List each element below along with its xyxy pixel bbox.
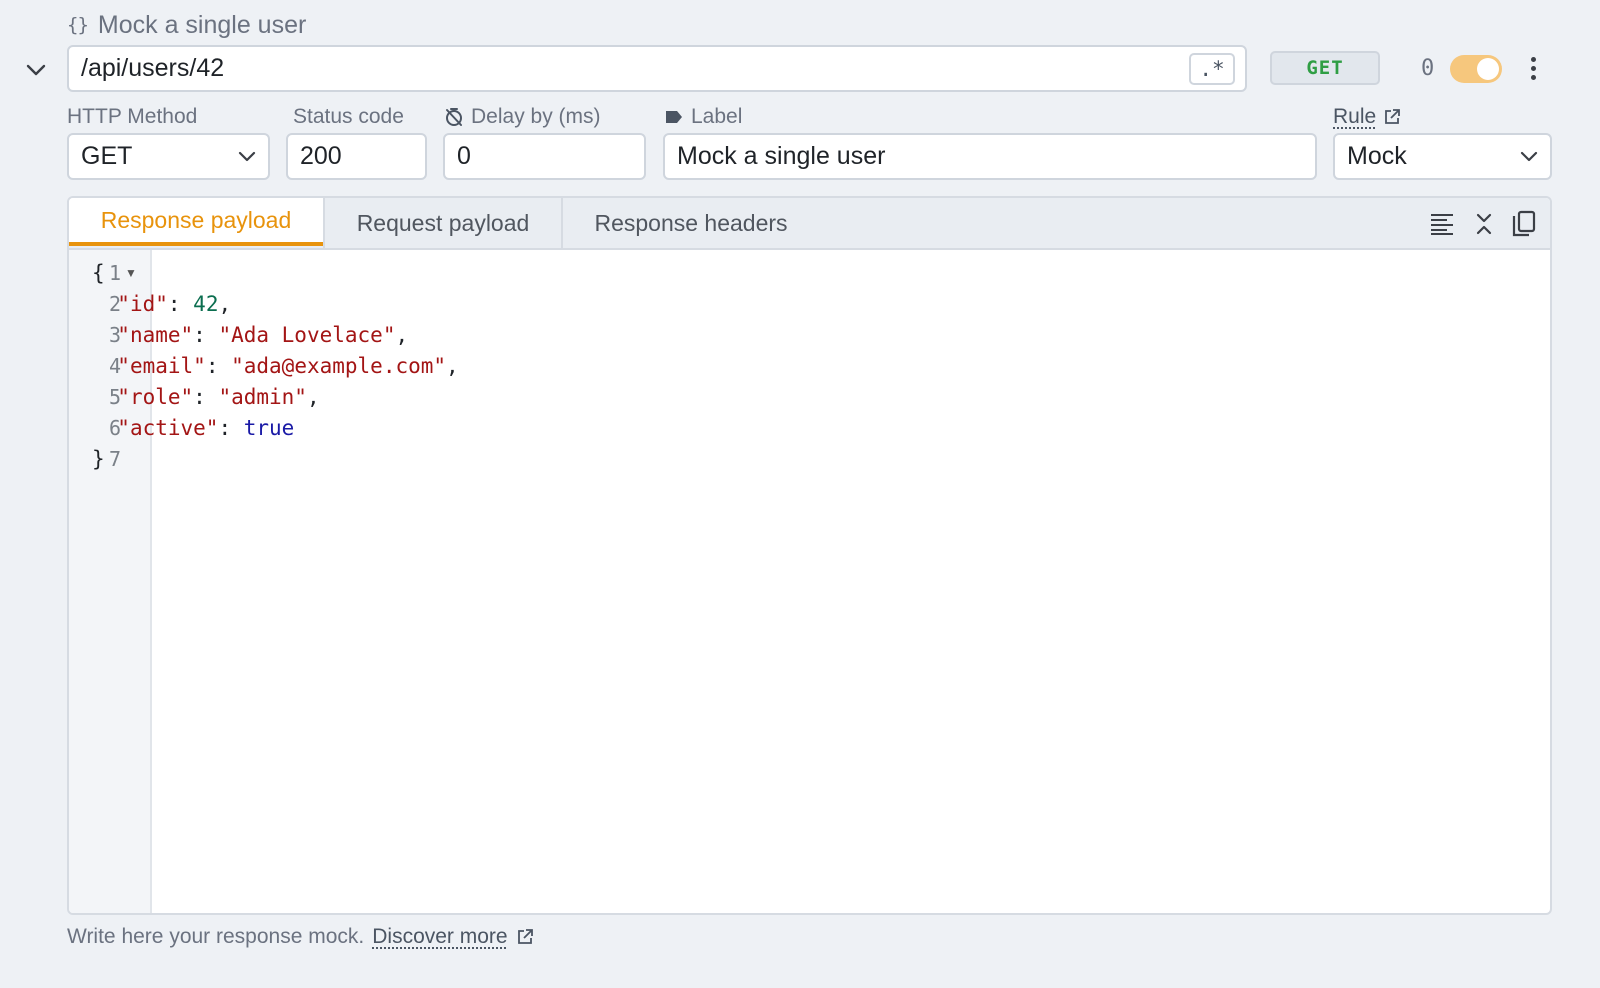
delay-label: Delay by (ms) (444, 103, 601, 131)
external-link-icon (517, 929, 533, 944)
status-code-label-text: Status code (293, 105, 404, 128)
payload-tabs: Response payload Request payload Respons… (69, 198, 1550, 250)
code-token: "name" (117, 323, 194, 347)
code-token: } (92, 447, 105, 471)
code-token: "admin" (218, 385, 307, 409)
mock-title: {} Mock a single user (67, 10, 306, 40)
rule-value: Mock (1347, 142, 1407, 170)
mock-title-text: Mock a single user (97, 10, 307, 39)
collapse-all-icon (1476, 213, 1492, 235)
rule-label[interactable]: Rule (1333, 103, 1401, 131)
code-token: "role" (117, 385, 194, 409)
code-token: : (218, 416, 244, 440)
rule-link[interactable]: Rule (1333, 105, 1376, 129)
delay-value[interactable]: 0 (457, 142, 632, 171)
discover-more-link[interactable]: Discover more (372, 925, 507, 949)
label-input[interactable]: Mock a single user (663, 133, 1317, 180)
kebab-dot (1530, 74, 1536, 80)
rule-select[interactable]: Mock (1333, 133, 1552, 180)
braces-icon: {} (67, 14, 89, 36)
label-value[interactable]: Mock a single user (677, 142, 1303, 171)
footer-hint: Write here your response mock. Discover … (67, 922, 534, 952)
method-badge: GET (1270, 51, 1380, 85)
tab-response-headers[interactable]: Response headers (563, 198, 819, 248)
http-method-label-text: HTTP Method (67, 105, 198, 128)
format-button[interactable] (1425, 207, 1459, 241)
code-line: "id": 42, (92, 289, 231, 320)
enable-toggle[interactable] (1450, 55, 1502, 83)
status-code-label: Status code (293, 103, 404, 131)
code-token: : (205, 354, 232, 378)
code-token: , (446, 354, 459, 378)
collapse-all-button[interactable] (1467, 207, 1501, 241)
timer-off-icon (446, 108, 462, 126)
copy-button[interactable] (1507, 207, 1541, 241)
code-token: "email" (117, 354, 206, 378)
url-input[interactable]: /api/users/42 .* (67, 45, 1247, 92)
code-line: "name": "Ada Lovelace", (92, 320, 408, 351)
label-field-label-text: Label (691, 105, 743, 128)
code-token: , (306, 385, 320, 409)
hit-count: 0 (1421, 55, 1435, 81)
code-token: { (92, 261, 105, 285)
tab-request-payload[interactable]: Request payload (325, 198, 561, 248)
collapse-toggle[interactable] (22, 58, 50, 82)
http-method-label: HTTP Method (67, 103, 197, 131)
http-method-value: GET (81, 142, 133, 170)
code-token: : (193, 385, 219, 409)
url-input-value[interactable]: /api/users/42 (81, 54, 1189, 83)
code-token: : (193, 323, 219, 347)
delay-label-text: Delay by (ms) (471, 105, 601, 128)
payload-editor-panel: Response payload Request payload Respons… (67, 196, 1552, 915)
code-line: "active": true (92, 413, 294, 444)
delay-input[interactable]: 0 (443, 133, 646, 180)
label-field-label: Label (664, 103, 742, 131)
code-token: "ada@example.com" (231, 354, 447, 378)
kebab-dot (1530, 56, 1536, 62)
kebab-dot (1530, 65, 1536, 71)
regex-toggle-button[interactable]: .* (1189, 52, 1235, 85)
status-code-value[interactable]: 200 (300, 142, 413, 171)
status-code-input[interactable]: 200 (286, 133, 427, 180)
code-token: 42 (193, 292, 219, 316)
chevron-down-icon (1520, 151, 1538, 162)
copy-icon (1512, 210, 1536, 237)
chevron-down-icon (238, 151, 256, 162)
external-link-icon (1385, 109, 1401, 124)
code-token: : (167, 292, 194, 316)
code-line: "email": "ada@example.com", (92, 351, 459, 382)
more-options-button[interactable] (1520, 52, 1546, 84)
code-token: , (218, 292, 232, 316)
code-token: , (395, 323, 409, 347)
http-method-select[interactable]: GET (67, 133, 270, 180)
code-line: } (92, 444, 105, 475)
fold-icon[interactable]: ▼ (125, 258, 139, 289)
footer-hint-text: Write here your response mock. (67, 925, 365, 948)
code-line: "role": "admin", (92, 382, 320, 413)
code-line: { (92, 258, 105, 289)
code-token: true (243, 416, 295, 440)
code-token: "Ada Lovelace" (218, 323, 396, 347)
code-token: "id" (117, 292, 168, 316)
toggle-knob (1477, 58, 1499, 80)
format-icon (1431, 214, 1453, 235)
tab-response-payload[interactable]: Response payload (69, 198, 323, 246)
tag-icon (666, 111, 682, 123)
code-token: "active" (117, 416, 219, 440)
chevron-down-icon (26, 64, 46, 76)
